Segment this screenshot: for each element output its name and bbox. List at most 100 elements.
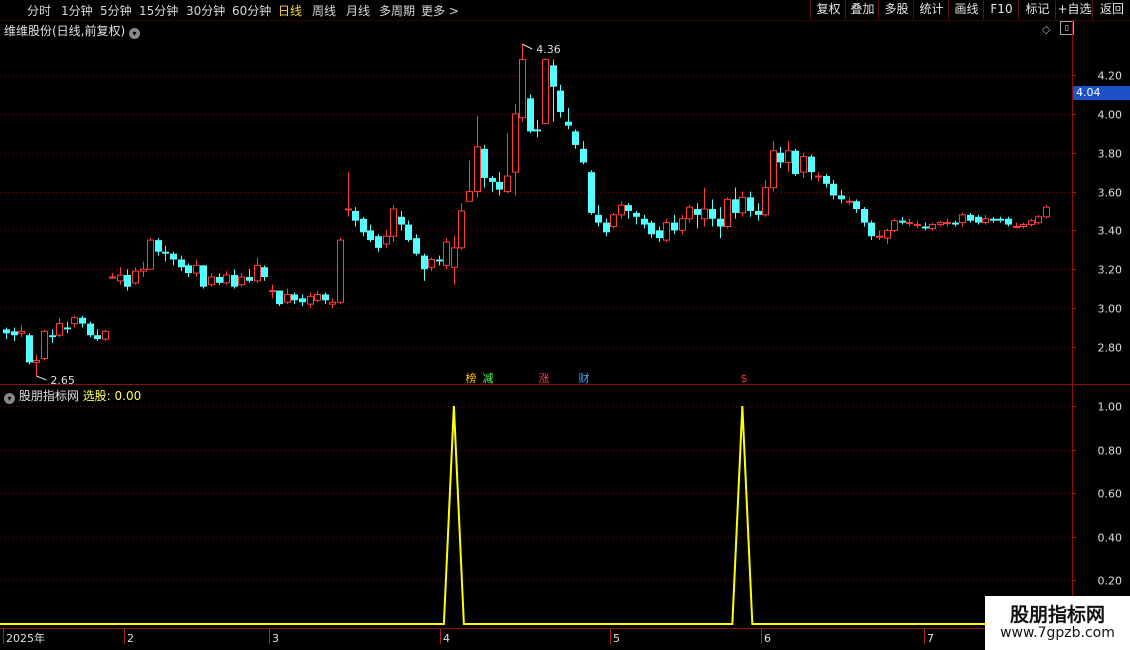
high-label: 4.36 [536, 43, 561, 56]
candle-body [823, 176, 830, 184]
candle-body [276, 290, 283, 305]
candle-body [550, 65, 557, 87]
candle-body [231, 275, 238, 287]
candle-body [868, 222, 875, 237]
candle-body [542, 59, 549, 125]
candle-body [959, 214, 966, 224]
candle-body [352, 210, 359, 221]
indicator-tick-label: 1.00 [1098, 401, 1123, 414]
candle-body [618, 204, 625, 216]
kline-chart[interactable]: 4.20 4.00 3.80 3.60 3.40 3.20 3.00 2.80 4.36 2.65… [0, 0, 1130, 650]
candle-body [808, 156, 815, 173]
candle-body [443, 241, 450, 266]
candle-body [997, 218, 1004, 221]
candle-body [375, 236, 382, 248]
candle-body [785, 150, 792, 163]
candle-body [648, 222, 655, 235]
candle-body [732, 199, 739, 213]
candle-body [686, 206, 693, 220]
watermark: 股朋指标网 www.7gpzb.com [985, 596, 1130, 650]
candle-body [178, 259, 185, 268]
candle-body [329, 301, 336, 305]
candle-body [701, 208, 708, 220]
candle-body [314, 293, 321, 301]
candle-body [56, 323, 63, 336]
candle-body [360, 218, 367, 233]
candle-body [610, 214, 617, 228]
candle-body [800, 156, 807, 173]
candle-body [846, 200, 853, 203]
candle-body [71, 317, 78, 325]
candle-body [3, 329, 10, 334]
candle-body [557, 90, 564, 112]
candle-body [322, 294, 329, 301]
candle-body [405, 224, 412, 241]
candle-body [914, 224, 921, 227]
event-marker-1: 减 [483, 372, 494, 385]
candle-body [94, 335, 101, 340]
watermark-url: www.7gpzb.com [1000, 625, 1115, 641]
indicator-line [0, 405, 1072, 625]
candle-body [739, 196, 746, 214]
candle-body [656, 230, 663, 239]
candle-body [815, 175, 822, 178]
candle-body [284, 293, 291, 303]
candle-body [307, 295, 314, 305]
candle-body [200, 265, 207, 287]
candle-body [937, 222, 944, 226]
x-axis-label: 2 [127, 632, 134, 645]
candle-body [1035, 216, 1042, 224]
candle-body [792, 150, 799, 175]
candle-body [428, 259, 435, 268]
candle-body [458, 210, 465, 249]
price-tick-label: 3.20 [1098, 264, 1123, 277]
event-marker-0: 榜 [466, 371, 477, 385]
candle-body [49, 335, 56, 338]
price-tick-label: 4.00 [1098, 109, 1123, 122]
candle-body [588, 172, 595, 213]
candle-body [1005, 218, 1012, 225]
candle-body [474, 146, 481, 193]
candle-body [534, 129, 541, 132]
candle-body [777, 152, 784, 163]
candle-body [747, 197, 754, 211]
event-marker-3: 财 [579, 371, 590, 385]
x-axis-label: 3 [272, 632, 279, 645]
candle-body [367, 230, 374, 241]
candle-body [261, 267, 268, 277]
candle-body [975, 216, 982, 223]
indicator-tick-label: 0.40 [1098, 532, 1123, 545]
candle-body [124, 275, 131, 287]
candle-body [421, 255, 428, 270]
candle-body [861, 209, 868, 223]
candle-body [147, 239, 154, 270]
candle-body [466, 191, 473, 202]
candle-body [132, 270, 139, 284]
x-axis-label: 6 [764, 632, 771, 645]
candle-body [117, 274, 124, 282]
candle-body [451, 247, 458, 268]
candle-body [246, 276, 253, 281]
candle-body [944, 222, 951, 225]
candle-body [762, 187, 769, 216]
candle-body [770, 150, 777, 189]
candle-body [345, 208, 352, 211]
candle-body [679, 218, 686, 231]
candle-body [595, 214, 602, 223]
indicator-tick-label: 0.60 [1098, 488, 1123, 501]
x-axis-label: 7 [927, 632, 934, 645]
candle-body [496, 181, 503, 190]
price-tick-label: 3.80 [1098, 148, 1123, 161]
candle-body [155, 240, 162, 252]
candle-body [291, 294, 298, 301]
high-pointer [521, 43, 533, 50]
price-tick-label: 2.80 [1098, 342, 1123, 355]
candle-body [663, 222, 670, 241]
candle-body [884, 229, 891, 239]
candle-body [580, 148, 587, 163]
candle-body [694, 209, 701, 215]
x-axis-label: 2025年 [6, 631, 45, 645]
candle-body [413, 238, 420, 254]
candle-body [238, 276, 245, 286]
candle-body [18, 330, 25, 334]
